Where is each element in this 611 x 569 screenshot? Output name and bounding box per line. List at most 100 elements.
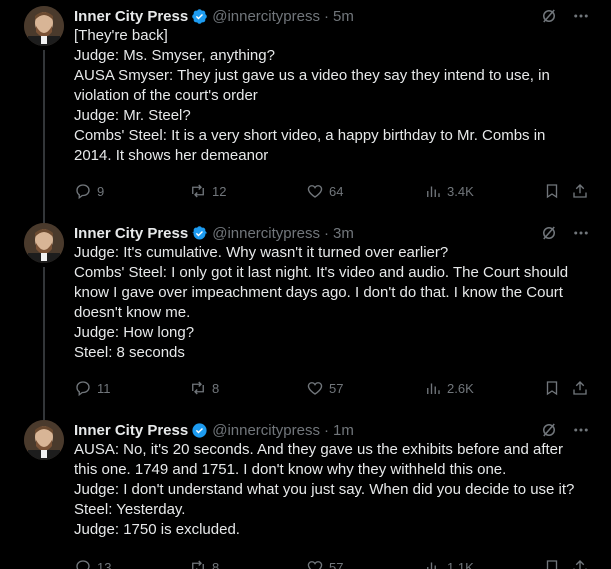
tweet-line: Steel: Yesterday. — [74, 501, 186, 518]
grok-icon[interactable] — [539, 420, 559, 440]
reply-button[interactable]: 9 — [74, 181, 104, 201]
repost-count: 8 — [212, 559, 220, 569]
action-bar: 11 8 57 2.6K — [74, 378, 594, 398]
tweet-line: Judge: Mr. Steel? — [74, 107, 191, 124]
tweet-header: Inner City Press @innercitypress · 5m — [74, 6, 591, 26]
tweet-text: Judge: It's cumulative. Why wasn't it tu… — [74, 243, 599, 363]
grok-icon[interactable] — [539, 223, 559, 243]
tweet-feed: Inner City Press @innercitypress · 5m [T… — [0, 0, 611, 569]
author-handle[interactable]: @innercitypress — [212, 422, 320, 439]
tweet-line: Steel: 8 seconds — [74, 344, 185, 361]
more-options-icon[interactable] — [571, 6, 591, 26]
tweet-line: Judge: How long? — [74, 324, 195, 341]
tweet-line: [They're back] — [74, 27, 168, 44]
bookmark-button[interactable] — [543, 181, 561, 201]
grok-icon[interactable] — [539, 6, 559, 26]
tweet-line: Judge: 1750 is excluded. — [74, 521, 240, 538]
views-button[interactable]: 1.1K — [424, 557, 474, 569]
tweet-text: [They're back] Judge: Ms. Smyser, anythi… — [74, 26, 599, 166]
heart-icon — [307, 185, 323, 198]
like-button[interactable]: 57 — [306, 378, 343, 398]
separator-dot: · — [323, 224, 329, 242]
like-count: 64 — [329, 183, 344, 199]
tweet-line: AUSA Smyser: They just gave us a video t… — [74, 67, 550, 84]
timestamp[interactable]: 1m — [333, 422, 354, 439]
views-button[interactable]: 2.6K — [424, 378, 474, 398]
avatar[interactable] — [24, 420, 64, 460]
reply-count: 9 — [97, 183, 105, 199]
tweet-line: doesn't know me. — [74, 304, 191, 321]
author-handle[interactable]: @innercitypress — [212, 225, 320, 242]
tweet-line: this one. 1749 and 1751. I don't know wh… — [74, 461, 507, 478]
avatar[interactable] — [24, 223, 64, 263]
tweet-line: Combs' Steel: I only got it last night. … — [74, 264, 569, 281]
repost-button[interactable]: 8 — [189, 378, 219, 398]
analytics-icon — [427, 186, 440, 197]
reply-button[interactable]: 13 — [74, 557, 111, 569]
tweet-line: violation of the court's order — [74, 87, 258, 104]
action-bar: 13 8 57 1.1K — [74, 557, 594, 569]
heart-icon — [307, 382, 323, 395]
verified-badge-icon — [191, 225, 208, 242]
heart-icon — [307, 561, 323, 569]
tweet-header: Inner City Press @innercitypress · 1m — [74, 420, 591, 440]
author-name[interactable]: Inner City Press — [74, 422, 188, 439]
thread-line — [43, 50, 45, 217]
views-button[interactable]: 3.4K — [424, 181, 474, 201]
repost-button[interactable]: 12 — [189, 181, 226, 201]
action-bar: 9 12 64 3.4K — [74, 181, 594, 201]
author-name[interactable]: Inner City Press — [74, 225, 188, 242]
share-icon — [573, 381, 587, 395]
tweet[interactable]: Inner City Press @innercitypress · 1m AU… — [0, 414, 611, 569]
reply-icon — [76, 560, 90, 569]
like-count: 57 — [329, 559, 344, 569]
thread-line — [43, 267, 45, 414]
bookmark-button[interactable] — [543, 378, 561, 398]
repost-icon — [192, 560, 204, 569]
author-name[interactable]: Inner City Press — [74, 8, 188, 25]
reply-icon — [76, 184, 90, 200]
verified-badge-icon — [191, 8, 208, 25]
view-count: 1.1K — [447, 559, 474, 569]
tweet-line: know I gave over impeachment days ago. I… — [74, 284, 563, 301]
timestamp[interactable]: 3m — [333, 225, 354, 242]
repost-count: 12 — [212, 183, 227, 199]
timestamp[interactable]: 5m — [333, 8, 354, 25]
more-options-icon[interactable] — [571, 223, 591, 243]
separator-dot: · — [323, 421, 329, 439]
bookmark-icon — [546, 560, 558, 569]
share-button[interactable] — [571, 181, 589, 201]
tweet[interactable]: Inner City Press @innercitypress · 5m [T… — [0, 0, 611, 217]
tweet-line: 2014. It shows her demeanor — [74, 147, 269, 164]
tweet-line: Combs' Steel: It is a very short video, … — [74, 127, 546, 144]
share-button[interactable] — [571, 557, 589, 569]
repost-button[interactable]: 8 — [189, 557, 219, 569]
avatar[interactable] — [24, 6, 64, 46]
tweet-line: Judge: Ms. Smyser, anything? — [74, 47, 275, 64]
tweet-header: Inner City Press @innercitypress · 3m — [74, 223, 591, 243]
author-handle[interactable]: @innercitypress — [212, 8, 320, 25]
view-count: 3.4K — [447, 183, 474, 199]
tweet-text: AUSA: No, it's 20 seconds. And they gave… — [74, 440, 599, 540]
separator-dot: · — [323, 7, 329, 25]
tweet-line: Judge: It's cumulative. Why wasn't it tu… — [74, 244, 449, 261]
view-count: 2.6K — [447, 380, 474, 396]
tweet[interactable]: Inner City Press @innercitypress · 3m Ju… — [0, 217, 611, 414]
reply-icon — [76, 381, 90, 397]
like-button[interactable]: 57 — [306, 557, 343, 569]
reply-count: 11 — [97, 380, 111, 396]
repost-icon — [192, 381, 204, 395]
analytics-icon — [427, 383, 440, 394]
bookmark-icon — [546, 381, 558, 396]
share-icon — [573, 184, 587, 198]
repost-count: 8 — [212, 380, 220, 396]
tweet-line: Judge: I don't understand what you just … — [74, 481, 575, 498]
bookmark-button[interactable] — [543, 557, 561, 569]
verified-badge-icon — [191, 422, 208, 439]
bookmark-icon — [546, 184, 558, 199]
repost-icon — [192, 184, 204, 198]
like-button[interactable]: 64 — [306, 181, 343, 201]
reply-button[interactable]: 11 — [74, 378, 111, 398]
share-button[interactable] — [571, 378, 589, 398]
more-options-icon[interactable] — [571, 420, 591, 440]
